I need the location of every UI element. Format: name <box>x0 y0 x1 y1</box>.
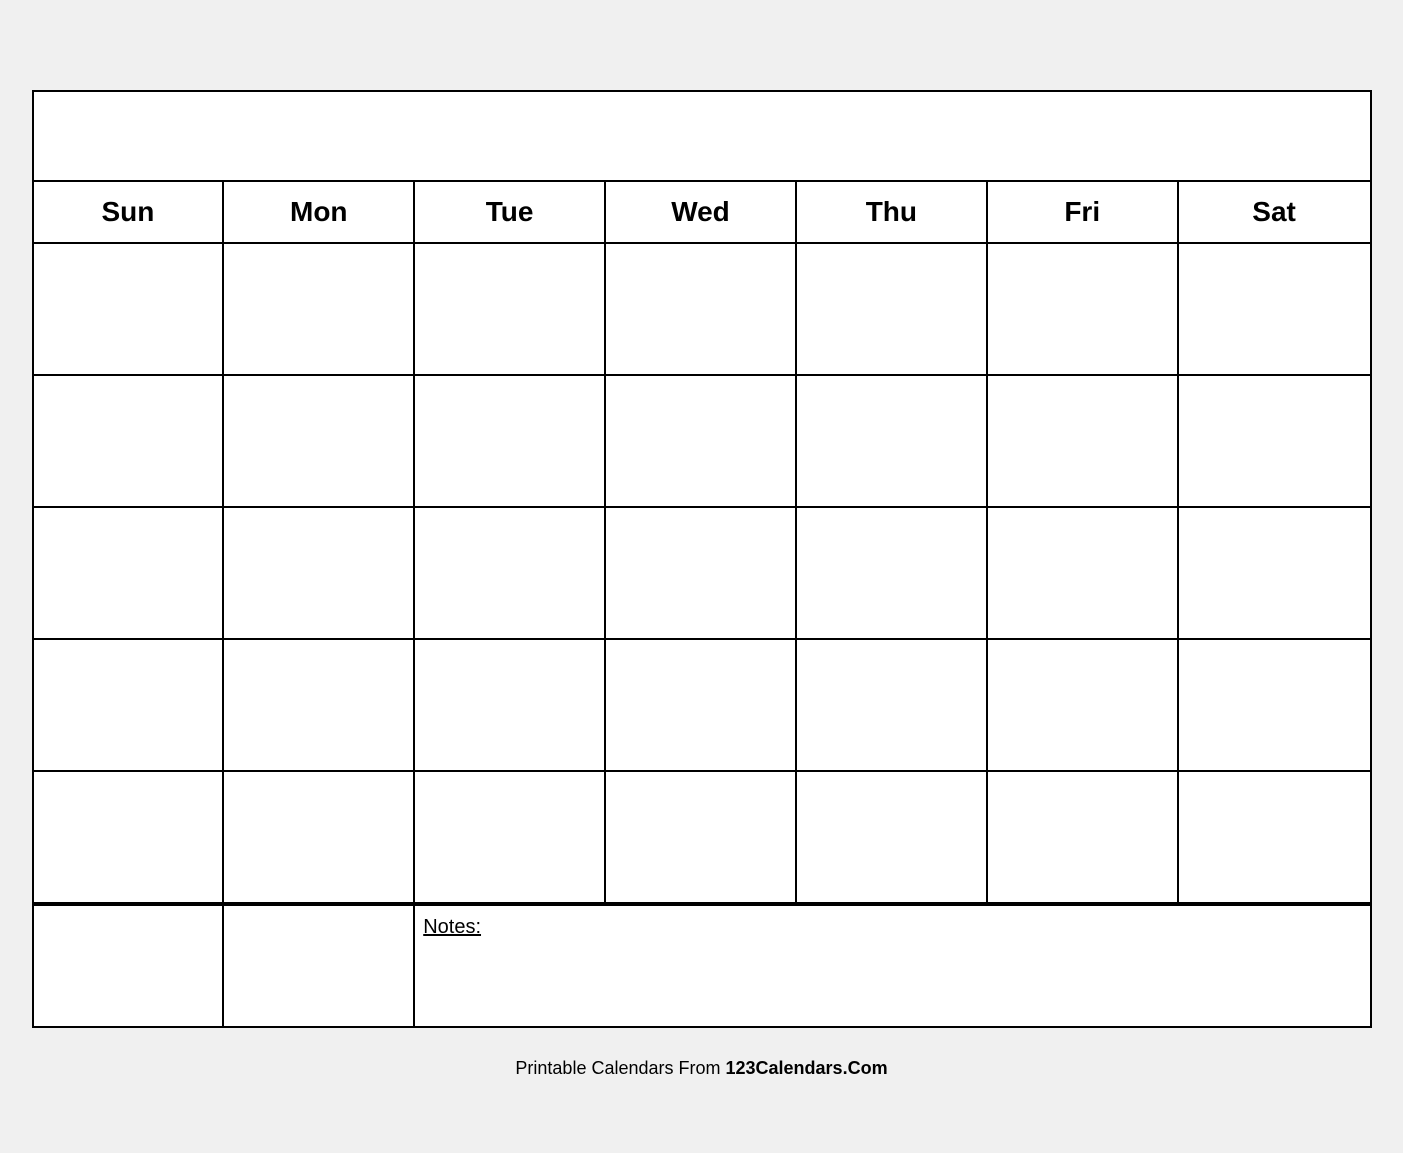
header-mon: Mon <box>224 182 415 242</box>
cell-r3-sat[interactable] <box>1179 508 1370 638</box>
header-wed: Wed <box>606 182 797 242</box>
notes-row: Notes: <box>34 904 1370 1026</box>
calendar-body: Notes: <box>34 244 1370 1026</box>
footer-text-normal: Printable Calendars From <box>515 1058 725 1078</box>
calendar-header: Sun Mon Tue Wed Thu Fri Sat <box>34 182 1370 244</box>
cell-r3-mon[interactable] <box>224 508 415 638</box>
cell-r4-tue[interactable] <box>415 640 606 770</box>
calendar-row-4 <box>34 640 1370 772</box>
header-fri: Fri <box>988 182 1179 242</box>
calendar-row-3 <box>34 508 1370 640</box>
cell-r3-wed[interactable] <box>606 508 797 638</box>
notes-label: Notes: <box>423 916 481 938</box>
header-sat: Sat <box>1179 182 1370 242</box>
cell-r4-thu[interactable] <box>797 640 988 770</box>
header-sun: Sun <box>34 182 225 242</box>
calendar: Sun Mon Tue Wed Thu Fri Sat <box>32 90 1372 1028</box>
footer: Printable Calendars From 123Calendars.Co… <box>32 1048 1372 1083</box>
cell-r2-thu[interactable] <box>797 376 988 506</box>
cell-r3-thu[interactable] <box>797 508 988 638</box>
calendar-row-5 <box>34 772 1370 904</box>
header-tue: Tue <box>415 182 606 242</box>
cell-r5-mon[interactable] <box>224 772 415 902</box>
cell-r4-wed[interactable] <box>606 640 797 770</box>
cell-r5-tue[interactable] <box>415 772 606 902</box>
cell-r4-fri[interactable] <box>988 640 1179 770</box>
calendar-row-1 <box>34 244 1370 376</box>
notes-empty-mon <box>224 906 415 1026</box>
cell-r1-thu[interactable] <box>797 244 988 374</box>
cell-r5-sat[interactable] <box>1179 772 1370 902</box>
cell-r2-mon[interactable] <box>224 376 415 506</box>
footer-text-bold: 123Calendars.Com <box>726 1058 888 1078</box>
cell-r5-wed[interactable] <box>606 772 797 902</box>
cell-r1-tue[interactable] <box>415 244 606 374</box>
cell-r3-tue[interactable] <box>415 508 606 638</box>
cell-r2-sun[interactable] <box>34 376 225 506</box>
cell-r4-sun[interactable] <box>34 640 225 770</box>
cell-r1-sat[interactable] <box>1179 244 1370 374</box>
cell-r1-fri[interactable] <box>988 244 1179 374</box>
cell-r2-tue[interactable] <box>415 376 606 506</box>
cell-r5-fri[interactable] <box>988 772 1179 902</box>
cell-r2-fri[interactable] <box>988 376 1179 506</box>
cell-r5-sun[interactable] <box>34 772 225 902</box>
calendar-title-row <box>34 92 1370 182</box>
cell-r1-sun[interactable] <box>34 244 225 374</box>
calendar-row-2 <box>34 376 1370 508</box>
header-thu: Thu <box>797 182 988 242</box>
notes-content[interactable]: Notes: <box>415 906 1369 1026</box>
cell-r5-thu[interactable] <box>797 772 988 902</box>
cell-r2-sat[interactable] <box>1179 376 1370 506</box>
cell-r3-fri[interactable] <box>988 508 1179 638</box>
cell-r2-wed[interactable] <box>606 376 797 506</box>
cell-r4-mon[interactable] <box>224 640 415 770</box>
notes-empty-sun <box>34 906 225 1026</box>
cell-r4-sat[interactable] <box>1179 640 1370 770</box>
cell-r3-sun[interactable] <box>34 508 225 638</box>
cell-r1-wed[interactable] <box>606 244 797 374</box>
cell-r1-mon[interactable] <box>224 244 415 374</box>
